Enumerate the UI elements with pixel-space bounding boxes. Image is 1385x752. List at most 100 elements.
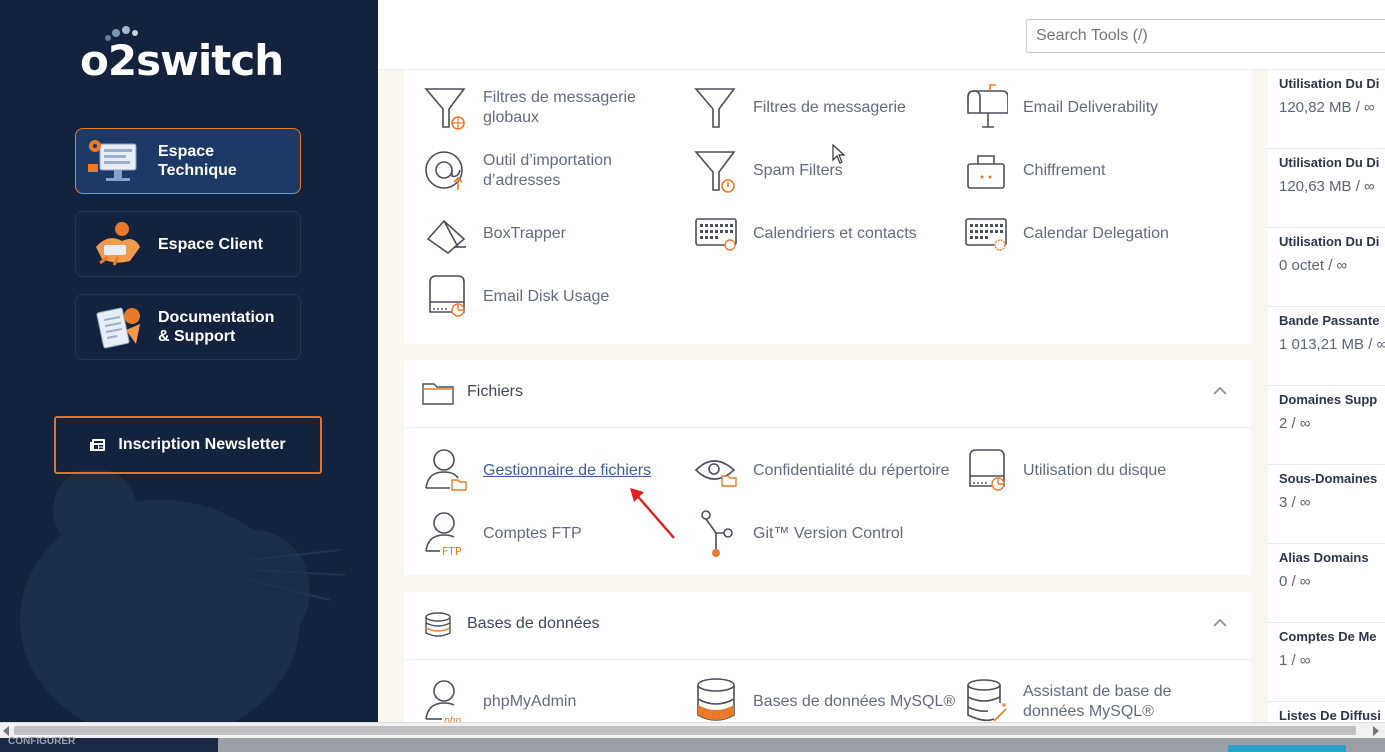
stat-value: 1 013,21 MB / ∞ bbox=[1279, 336, 1385, 353]
stats-column: Utilisation Du Di 120,82 MB / ∞ Utilisat… bbox=[1268, 70, 1385, 722]
tool-label: Git™ Version Control bbox=[753, 525, 904, 542]
tool-phpmyadmin[interactable]: php phpMyAdmin bbox=[424, 677, 694, 722]
stat-value: 120,63 MB / ∞ bbox=[1279, 178, 1375, 195]
newspaper-icon bbox=[90, 439, 106, 451]
at-import-icon bbox=[425, 151, 463, 190]
email-panel: Filtres de messagerie globaux Filtres de… bbox=[404, 70, 1251, 344]
sidebar-item-espace-technique[interactable]: Espace Technique bbox=[75, 128, 301, 194]
stat-label: Alias Domains bbox=[1279, 550, 1369, 565]
tool-outil-importation-adresses[interactable]: Outil d’importation d’adresses bbox=[424, 146, 694, 196]
tool-label: Confidentialité du répertoire bbox=[753, 462, 950, 479]
database-wand-icon bbox=[967, 679, 1007, 722]
client-handshake-icon bbox=[96, 222, 140, 266]
brand-logo[interactable]: o2switch bbox=[80, 24, 310, 85]
horizontal-scrollbar[interactable] bbox=[0, 722, 1385, 738]
documentation-clipboard-icon bbox=[96, 307, 140, 349]
git-branch-icon bbox=[701, 510, 733, 557]
disk-pie-icon bbox=[969, 449, 1005, 491]
databases-panel-header[interactable]: Bases de données bbox=[404, 592, 1251, 660]
stat-value: 0 / ∞ bbox=[1279, 573, 1311, 590]
sidebar-item-espace-client[interactable]: Espace Client bbox=[75, 211, 301, 277]
funnel-clock-icon bbox=[694, 151, 736, 193]
chevron-up-icon[interactable] bbox=[1213, 386, 1227, 396]
calendar-gear-icon bbox=[965, 218, 1007, 251]
tool-chiffrement[interactable]: Chiffrement bbox=[964, 146, 1234, 196]
tool-label: Chiffrement bbox=[1023, 162, 1106, 179]
tool-label: Calendriers et contacts bbox=[753, 225, 917, 242]
bottom-strip: CONFIGURER bbox=[0, 737, 1385, 752]
stat-label: Comptes De Me bbox=[1279, 629, 1377, 644]
sidebar: o2switch Espace Technique Espace Client bbox=[0, 0, 378, 722]
sidebar-item-label: Espace Technique bbox=[158, 143, 237, 179]
red-annotation-arrow-icon bbox=[630, 488, 675, 539]
tool-filtres-messagerie[interactable]: Filtres de messagerie bbox=[694, 83, 964, 133]
logo-text: o2switch bbox=[80, 36, 284, 85]
stat-item: Utilisation Du Di 0 octet / ∞ bbox=[1268, 228, 1385, 307]
tool-label: Email Deliverability bbox=[1023, 99, 1159, 116]
stat-item: Domaines Supp 2 / ∞ bbox=[1268, 386, 1385, 465]
tool-spam-filters[interactable]: Spam Filters bbox=[694, 146, 964, 196]
tool-assistant-base-donnees-mysql[interactable]: Assistant de base de données MySQL® bbox=[964, 677, 1234, 722]
tool-label: Utilisation du disque bbox=[1023, 462, 1167, 479]
newsletter-label: Inscription Newsletter bbox=[118, 436, 286, 453]
files-panel-header[interactable]: Fichiers bbox=[404, 360, 1251, 428]
eye-folder-icon bbox=[694, 460, 737, 487]
mouse-cursor-icon bbox=[832, 144, 846, 164]
configurer-label[interactable]: CONFIGURER bbox=[0, 737, 218, 752]
mailbox-icon bbox=[967, 84, 1008, 128]
database-icon bbox=[697, 678, 735, 721]
disk-pie-icon bbox=[429, 275, 465, 317]
search-tools-input[interactable] bbox=[1026, 19, 1385, 53]
folder-icon bbox=[422, 383, 454, 405]
stat-label: Bande Passante bbox=[1279, 313, 1380, 328]
tool-label: Assistant de base de données MySQL® bbox=[1023, 683, 1172, 720]
tool-label: Email Disk Usage bbox=[483, 288, 610, 305]
stat-value: 2 / ∞ bbox=[1279, 415, 1311, 432]
tool-email-deliverability[interactable]: Email Deliverability bbox=[964, 83, 1234, 133]
user-php-icon: php bbox=[425, 680, 461, 722]
bottom-action-button[interactable] bbox=[1228, 745, 1346, 752]
tool-label: Gestionnaire de fichiers bbox=[483, 462, 652, 479]
top-header bbox=[378, 0, 1385, 70]
stat-value: 120,82 MB / ∞ bbox=[1279, 99, 1375, 116]
tool-email-disk-usage[interactable]: Email Disk Usage bbox=[424, 272, 694, 322]
tool-calendar-delegation[interactable]: Calendar Delegation bbox=[964, 209, 1234, 259]
newsletter-button[interactable]: Inscription Newsletter bbox=[54, 416, 322, 474]
mascot-silhouette-icon bbox=[20, 470, 346, 722]
tool-boxtrapper[interactable]: BoxTrapper bbox=[424, 209, 694, 259]
tool-git-version-control[interactable]: Git™ Version Control bbox=[694, 509, 964, 559]
stat-item: Utilisation Du Di 120,82 MB / ∞ bbox=[1268, 70, 1385, 149]
user-folder-icon bbox=[425, 449, 467, 491]
tool-filtres-messagerie-globaux[interactable]: Filtres de messagerie globaux bbox=[424, 83, 694, 133]
tool-label: Spam Filters bbox=[753, 162, 843, 179]
scrollbar-thumb[interactable] bbox=[14, 726, 1356, 735]
funnel-icon bbox=[694, 88, 736, 128]
svg-text:FTP: FTP bbox=[442, 545, 462, 557]
tool-confidentialite-repertoire[interactable]: Confidentialité du répertoire bbox=[694, 446, 964, 496]
tool-label: Filtres de messagerie globaux bbox=[483, 89, 636, 126]
stat-item: Bande Passante 1 013,21 MB / ∞ bbox=[1268, 307, 1385, 386]
database-icon bbox=[425, 612, 451, 637]
stat-label: Utilisation Du Di bbox=[1279, 76, 1380, 91]
stat-label: Domaines Supp bbox=[1279, 392, 1378, 407]
sidebar-item-documentation-support[interactable]: Documentation & Support bbox=[75, 294, 301, 360]
tool-bases-donnees-mysql[interactable]: Bases de données MySQL® bbox=[694, 677, 964, 722]
stat-item: Comptes De Me 1 / ∞ bbox=[1268, 623, 1385, 702]
databases-panel: Bases de données php phpMyAdmin Bases de… bbox=[404, 592, 1251, 722]
chevron-up-icon[interactable] bbox=[1213, 618, 1227, 628]
sidebar-item-label: Documentation & Support bbox=[158, 309, 275, 345]
tool-calendriers-contacts[interactable]: Calendriers et contacts bbox=[694, 209, 964, 259]
tool-label: Calendar Delegation bbox=[1023, 225, 1169, 242]
stat-value: 3 / ∞ bbox=[1279, 494, 1311, 511]
tool-label: phpMyAdmin bbox=[483, 693, 577, 710]
tool-utilisation-disque[interactable]: Utilisation du disque bbox=[964, 446, 1234, 496]
tool-label: Filtres de messagerie bbox=[753, 99, 906, 116]
main-content[interactable]: Filtres de messagerie globaux Filtres de… bbox=[378, 70, 1268, 722]
files-panel-title: Fichiers bbox=[467, 383, 524, 400]
sidebar-item-label: Espace Client bbox=[158, 235, 263, 253]
stat-label: Sous-Domaines bbox=[1279, 471, 1378, 486]
stat-item: Utilisation Du Di 120,63 MB / ∞ bbox=[1268, 149, 1385, 228]
scroll-right-arrow-icon[interactable] bbox=[1373, 726, 1379, 736]
stat-value: 1 / ∞ bbox=[1279, 652, 1311, 669]
scroll-left-arrow-icon[interactable] bbox=[3, 726, 9, 736]
